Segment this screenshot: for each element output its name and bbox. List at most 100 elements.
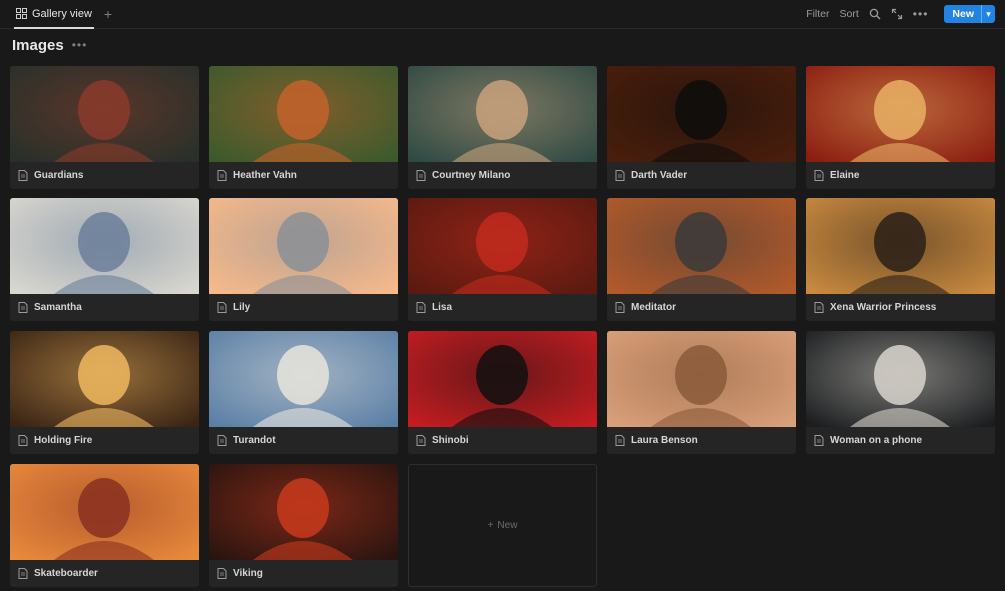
card-title: Viking <box>233 568 263 579</box>
search-icon[interactable] <box>869 8 881 20</box>
card-title: Holding Fire <box>34 435 93 446</box>
gallery-card[interactable]: Guardians <box>10 66 199 189</box>
card-title: Courtney Milano <box>432 170 511 181</box>
page-icon <box>615 435 625 446</box>
page-icon <box>18 568 28 579</box>
card-thumbnail <box>10 464 199 560</box>
gallery-card[interactable]: Skateboarder <box>10 464 199 587</box>
gallery-card[interactable]: Meditator <box>607 198 796 321</box>
card-title: Lisa <box>432 302 453 313</box>
card-caption: Lisa <box>408 294 597 321</box>
new-card-button[interactable]: + New <box>408 464 597 587</box>
card-thumbnail <box>806 198 995 294</box>
card-thumbnail <box>607 66 796 162</box>
card-title: Heather Vahn <box>233 170 297 181</box>
page-icon <box>18 302 28 313</box>
card-title: Lily <box>233 302 251 313</box>
card-caption: Elaine <box>806 162 995 189</box>
new-button-label: New <box>952 8 974 20</box>
page-icon <box>18 170 28 181</box>
card-title: Turandot <box>233 435 276 446</box>
title-more-icon[interactable]: ••• <box>72 38 88 52</box>
card-thumbnail <box>209 331 398 427</box>
page-icon <box>217 170 227 181</box>
card-thumbnail <box>209 198 398 294</box>
card-caption: Viking <box>209 560 398 587</box>
grid-icon <box>16 8 27 19</box>
gallery-card[interactable]: Lily <box>209 198 398 321</box>
gallery-card[interactable]: Holding Fire <box>10 331 199 454</box>
card-thumbnail <box>408 331 597 427</box>
card-title: Guardians <box>34 170 84 181</box>
tab-label: Gallery view <box>32 7 92 20</box>
gallery-card[interactable]: Lisa <box>408 198 597 321</box>
card-title: Woman on a phone <box>830 435 923 446</box>
card-caption: Turandot <box>209 427 398 454</box>
page-icon <box>615 170 625 181</box>
gallery-card[interactable]: Shinobi <box>408 331 597 454</box>
page-icon <box>615 302 625 313</box>
view-toolbar: Gallery view + Filter Sort ••• New ▾ <box>0 0 1005 29</box>
card-title: Skateboarder <box>34 568 98 579</box>
gallery-card[interactable]: Darth Vader <box>607 66 796 189</box>
gallery-card[interactable]: Xena Warrior Princess <box>806 198 995 321</box>
card-thumbnail <box>10 66 199 162</box>
page-icon <box>416 435 426 446</box>
card-thumbnail <box>10 198 199 294</box>
plus-icon: + <box>487 520 494 531</box>
new-card-label: New <box>497 520 518 531</box>
page-icon <box>217 568 227 579</box>
card-thumbnail <box>408 66 597 162</box>
gallery-card[interactable]: Laura Benson <box>607 331 796 454</box>
page-icon <box>814 435 824 446</box>
more-options-button[interactable]: ••• <box>913 7 929 21</box>
expand-icon[interactable] <box>891 8 903 20</box>
card-thumbnail <box>10 331 199 427</box>
card-caption: Darth Vader <box>607 162 796 189</box>
card-caption: Xena Warrior Princess <box>806 294 995 321</box>
card-title: Elaine <box>830 170 860 181</box>
card-thumbnail <box>806 66 995 162</box>
page-icon <box>18 435 28 446</box>
card-thumbnail <box>209 66 398 162</box>
gallery-card[interactable]: Viking <box>209 464 398 587</box>
card-caption: Meditator <box>607 294 796 321</box>
gallery-card[interactable]: Woman on a phone <box>806 331 995 454</box>
card-thumbnail <box>408 198 597 294</box>
add-view-button[interactable]: + <box>104 7 112 21</box>
card-caption: Laura Benson <box>607 427 796 454</box>
card-caption: Guardians <box>10 162 199 189</box>
card-thumbnail <box>806 331 995 427</box>
card-title: Samantha <box>34 302 82 313</box>
tab-gallery-view[interactable]: Gallery view <box>14 0 94 29</box>
gallery-card[interactable]: Courtney Milano <box>408 66 597 189</box>
card-title: Meditator <box>631 302 676 313</box>
card-caption: Courtney Milano <box>408 162 597 189</box>
page-icon <box>416 302 426 313</box>
sort-button[interactable]: Sort <box>840 8 859 20</box>
card-thumbnail <box>607 331 796 427</box>
card-thumbnail <box>209 464 398 560</box>
gallery-card[interactable]: Heather Vahn <box>209 66 398 189</box>
card-caption: Lily <box>209 294 398 321</box>
card-title: Xena Warrior Princess <box>830 302 937 313</box>
page-icon <box>416 170 426 181</box>
card-caption: Holding Fire <box>10 427 199 454</box>
card-caption: Woman on a phone <box>806 427 995 454</box>
filter-button[interactable]: Filter <box>806 8 829 20</box>
page-icon <box>814 170 824 181</box>
chevron-down-icon[interactable]: ▾ <box>981 5 995 23</box>
gallery-card[interactable]: Samantha <box>10 198 199 321</box>
card-caption: Shinobi <box>408 427 597 454</box>
page-icon <box>217 435 227 446</box>
gallery-card[interactable]: Elaine <box>806 66 995 189</box>
card-caption: Heather Vahn <box>209 162 398 189</box>
page-title: Images <box>12 36 64 54</box>
new-button[interactable]: New ▾ <box>944 5 995 23</box>
gallery-card[interactable]: Turandot <box>209 331 398 454</box>
card-thumbnail <box>607 198 796 294</box>
card-title: Darth Vader <box>631 170 688 181</box>
card-title: Laura Benson <box>631 435 698 446</box>
page-icon <box>814 302 824 313</box>
page-icon <box>217 302 227 313</box>
